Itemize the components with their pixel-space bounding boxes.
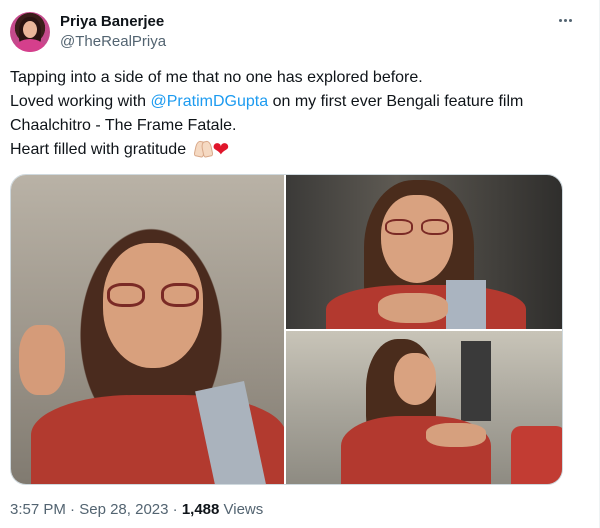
tweet-date: Sep 28, 2023 xyxy=(79,501,169,518)
meta-separator-2: · xyxy=(168,501,182,518)
tweet-line-1: Tapping into a side of me that no one ha… xyxy=(10,69,423,86)
tweet-line-2-prefix: Loved working with xyxy=(10,93,151,110)
photo-glasses xyxy=(381,219,453,235)
mention-link[interactable]: @PratimDGupta xyxy=(151,93,269,110)
tweet-line-3: Chaalchitro - The Frame Fatale. xyxy=(10,117,237,134)
photo-hand xyxy=(19,325,65,395)
photo-scarf xyxy=(446,280,486,329)
avatar-face xyxy=(23,21,37,38)
tweet-meta: 3:57 PM · Sep 28, 2023 · 1,488 Views xyxy=(10,500,263,520)
photo-face xyxy=(394,352,436,405)
photo-pole xyxy=(461,340,491,421)
tweet-line-2-suffix: on my first ever Bengali feature film xyxy=(268,93,524,110)
photo-hands xyxy=(426,422,486,447)
photo-face xyxy=(381,195,453,283)
photo-bucket xyxy=(511,425,562,484)
folded-hands-emoji-icon xyxy=(193,139,213,157)
meta-separator: · xyxy=(65,501,80,518)
author-names: Priya Banerjee @TheRealPriya xyxy=(60,12,166,52)
tweet-time-link[interactable]: 3:57 PM · Sep 28, 2023 xyxy=(10,501,168,518)
tweet-line-4: Heart filled with gratitude ❤ xyxy=(10,138,580,162)
views-count: 1,488 xyxy=(181,501,220,518)
heart-emoji-icon: ❤ xyxy=(212,139,230,161)
photo-glasses xyxy=(107,283,203,307)
author-display-name[interactable]: Priya Banerjee xyxy=(60,12,166,32)
avatar[interactable] xyxy=(10,12,50,52)
media-right-column xyxy=(286,175,562,484)
tweet-time: 3:57 PM xyxy=(10,501,66,518)
tweet-header: Priya Banerjee @TheRealPriya xyxy=(10,10,570,54)
more-horizontal-icon xyxy=(563,18,567,22)
more-options-button[interactable] xyxy=(553,8,577,32)
tweet-text: Tapping into a side of me that no one ha… xyxy=(10,66,580,162)
tweet-card: Priya Banerjee @TheRealPriya Tapping int… xyxy=(0,0,600,528)
photo-1[interactable] xyxy=(11,175,284,484)
tweet-line-2: Loved working with @PratimDGupta on my f… xyxy=(10,90,580,114)
author-handle[interactable]: @TheRealPriya xyxy=(60,32,166,52)
views-label: Views xyxy=(219,501,264,518)
media-grid xyxy=(10,174,563,485)
avatar-body xyxy=(15,39,45,52)
photo-hands xyxy=(378,293,448,323)
photo-2[interactable] xyxy=(286,175,562,329)
photo-3[interactable] xyxy=(286,330,562,484)
more-horizontal-icon xyxy=(568,18,572,22)
tweet-line-4-text: Heart filled with gratitude xyxy=(10,141,191,158)
more-horizontal-icon xyxy=(558,18,562,22)
